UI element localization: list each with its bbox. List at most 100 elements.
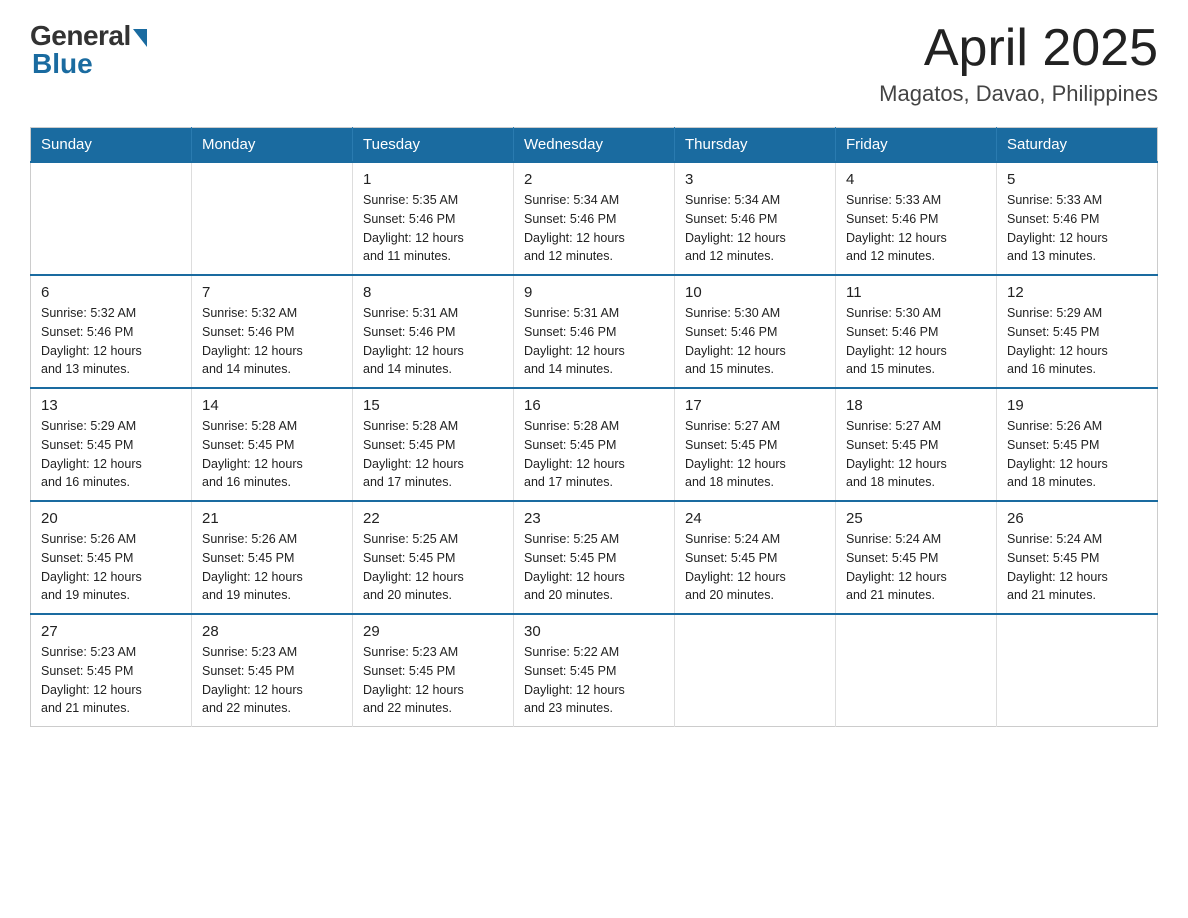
calendar-cell: 5 Sunrise: 5:33 AM Sunset: 5:46 PM Daylig… <box>997 162 1158 275</box>
weekday-header-thursday: Thursday <box>675 128 836 163</box>
day-number: 20 <box>41 510 181 527</box>
day-number: 26 <box>1007 510 1147 527</box>
calendar-cell: 1Sunrise: 5:35 AM Sunset: 5:46 PM Daylig… <box>353 162 514 275</box>
day-info: Sunrise: 5:24 AM Sunset: 5:45 PM Dayligh… <box>1007 530 1147 605</box>
day-number: 7 <box>202 284 342 301</box>
day-info: Sunrise: 5:30 AM Sunset: 5:46 PM Dayligh… <box>685 304 825 379</box>
weekday-header-wednesday: Wednesday <box>514 128 675 163</box>
day-number: 3 <box>685 171 825 188</box>
weekday-header-friday: Friday <box>836 128 997 163</box>
logo-blue-text: Blue <box>32 48 93 80</box>
day-number: 18 <box>846 397 986 414</box>
calendar-cell: 27 Sunrise: 5:23 AM Sunset: 5:45 PM Dayli… <box>31 614 192 727</box>
day-info: Sunrise: 5:33 AM Sunset: 5:46 PM Dayligh… <box>1007 191 1147 266</box>
calendar-cell: 29 Sunrise: 5:23 AM Sunset: 5:45 PM Dayli… <box>353 614 514 727</box>
calendar-cell: 30 Sunrise: 5:22 AM Sunset: 5:45 PM Dayli… <box>514 614 675 727</box>
calendar-cell <box>192 162 353 275</box>
weekday-header-sunday: Sunday <box>31 128 192 163</box>
day-info: Sunrise: 5:29 AM Sunset: 5:45 PM Dayligh… <box>41 417 181 492</box>
day-info: Sunrise: 5:26 AM Sunset: 5:45 PM Dayligh… <box>41 530 181 605</box>
calendar-cell: 24 Sunrise: 5:24 AM Sunset: 5:45 PM Dayli… <box>675 501 836 614</box>
calendar-cell: 9 Sunrise: 5:31 AM Sunset: 5:46 PM Daylig… <box>514 275 675 388</box>
calendar-week-3: 13 Sunrise: 5:29 AM Sunset: 5:45 PM Dayli… <box>31 388 1158 501</box>
day-info: Sunrise: 5:32 AM Sunset: 5:46 PM Dayligh… <box>41 304 181 379</box>
calendar-cell: 4 Sunrise: 5:33 AM Sunset: 5:46 PM Daylig… <box>836 162 997 275</box>
title-section: April 2025 Magatos, Davao, Philippines <box>879 20 1158 107</box>
calendar-week-2: 6 Sunrise: 5:32 AM Sunset: 5:46 PM Daylig… <box>31 275 1158 388</box>
day-number: 12 <box>1007 284 1147 301</box>
day-info: Sunrise: 5:31 AM Sunset: 5:46 PM Dayligh… <box>524 304 664 379</box>
calendar-cell <box>836 614 997 727</box>
calendar-cell <box>675 614 836 727</box>
weekday-header-saturday: Saturday <box>997 128 1158 163</box>
day-number: 17 <box>685 397 825 414</box>
day-info: Sunrise: 5:35 AM Sunset: 5:46 PM Dayligh… <box>363 191 503 266</box>
day-number: 27 <box>41 623 181 640</box>
day-number: 9 <box>524 284 664 301</box>
calendar-cell: 7 Sunrise: 5:32 AM Sunset: 5:46 PM Daylig… <box>192 275 353 388</box>
day-info: Sunrise: 5:25 AM Sunset: 5:45 PM Dayligh… <box>363 530 503 605</box>
location-subtitle: Magatos, Davao, Philippines <box>879 81 1158 107</box>
day-info: Sunrise: 5:26 AM Sunset: 5:45 PM Dayligh… <box>1007 417 1147 492</box>
calendar-cell: 3Sunrise: 5:34 AM Sunset: 5:46 PM Daylig… <box>675 162 836 275</box>
calendar-cell: 28 Sunrise: 5:23 AM Sunset: 5:45 PM Dayli… <box>192 614 353 727</box>
calendar-cell: 22 Sunrise: 5:25 AM Sunset: 5:45 PM Dayli… <box>353 501 514 614</box>
day-number: 16 <box>524 397 664 414</box>
logo-arrow-icon <box>133 29 147 47</box>
calendar-cell: 16 Sunrise: 5:28 AM Sunset: 5:45 PM Dayli… <box>514 388 675 501</box>
day-number: 28 <box>202 623 342 640</box>
calendar-cell: 19Sunrise: 5:26 AM Sunset: 5:45 PM Dayli… <box>997 388 1158 501</box>
day-info: Sunrise: 5:33 AM Sunset: 5:46 PM Dayligh… <box>846 191 986 266</box>
day-number: 13 <box>41 397 181 414</box>
calendar-cell: 20 Sunrise: 5:26 AM Sunset: 5:45 PM Dayli… <box>31 501 192 614</box>
day-info: Sunrise: 5:28 AM Sunset: 5:45 PM Dayligh… <box>202 417 342 492</box>
day-number: 2 <box>524 171 664 188</box>
calendar-cell: 23 Sunrise: 5:25 AM Sunset: 5:45 PM Dayli… <box>514 501 675 614</box>
day-info: Sunrise: 5:34 AM Sunset: 5:46 PM Dayligh… <box>524 191 664 266</box>
day-number: 21 <box>202 510 342 527</box>
day-info: Sunrise: 5:27 AM Sunset: 5:45 PM Dayligh… <box>846 417 986 492</box>
calendar-cell: 25 Sunrise: 5:24 AM Sunset: 5:45 PM Dayli… <box>836 501 997 614</box>
day-number: 8 <box>363 284 503 301</box>
calendar-cell: 6 Sunrise: 5:32 AM Sunset: 5:46 PM Daylig… <box>31 275 192 388</box>
day-info: Sunrise: 5:23 AM Sunset: 5:45 PM Dayligh… <box>363 643 503 718</box>
calendar-cell: 18 Sunrise: 5:27 AM Sunset: 5:45 PM Dayli… <box>836 388 997 501</box>
page-header: General Blue April 2025 Magatos, Davao, … <box>30 20 1158 107</box>
day-number: 22 <box>363 510 503 527</box>
weekday-header-row: SundayMondayTuesdayWednesdayThursdayFrid… <box>31 128 1158 163</box>
day-info: Sunrise: 5:28 AM Sunset: 5:45 PM Dayligh… <box>363 417 503 492</box>
day-number: 30 <box>524 623 664 640</box>
day-number: 15 <box>363 397 503 414</box>
day-number: 25 <box>846 510 986 527</box>
day-number: 23 <box>524 510 664 527</box>
calendar-week-5: 27 Sunrise: 5:23 AM Sunset: 5:45 PM Dayli… <box>31 614 1158 727</box>
day-number: 5 <box>1007 171 1147 188</box>
day-info: Sunrise: 5:29 AM Sunset: 5:45 PM Dayligh… <box>1007 304 1147 379</box>
calendar-cell: 26 Sunrise: 5:24 AM Sunset: 5:45 PM Dayli… <box>997 501 1158 614</box>
calendar-cell: 21Sunrise: 5:26 AM Sunset: 5:45 PM Dayli… <box>192 501 353 614</box>
day-info: Sunrise: 5:24 AM Sunset: 5:45 PM Dayligh… <box>846 530 986 605</box>
month-year-title: April 2025 <box>879 20 1158 77</box>
calendar-cell: 8Sunrise: 5:31 AM Sunset: 5:46 PM Daylig… <box>353 275 514 388</box>
day-info: Sunrise: 5:25 AM Sunset: 5:45 PM Dayligh… <box>524 530 664 605</box>
day-info: Sunrise: 5:27 AM Sunset: 5:45 PM Dayligh… <box>685 417 825 492</box>
calendar-cell: 13 Sunrise: 5:29 AM Sunset: 5:45 PM Dayli… <box>31 388 192 501</box>
day-number: 29 <box>363 623 503 640</box>
calendar-cell: 17 Sunrise: 5:27 AM Sunset: 5:45 PM Dayli… <box>675 388 836 501</box>
day-number: 24 <box>685 510 825 527</box>
day-info: Sunrise: 5:28 AM Sunset: 5:45 PM Dayligh… <box>524 417 664 492</box>
day-info: Sunrise: 5:23 AM Sunset: 5:45 PM Dayligh… <box>41 643 181 718</box>
day-number: 4 <box>846 171 986 188</box>
calendar-cell: 2 Sunrise: 5:34 AM Sunset: 5:46 PM Daylig… <box>514 162 675 275</box>
day-info: Sunrise: 5:23 AM Sunset: 5:45 PM Dayligh… <box>202 643 342 718</box>
day-info: Sunrise: 5:22 AM Sunset: 5:45 PM Dayligh… <box>524 643 664 718</box>
day-info: Sunrise: 5:30 AM Sunset: 5:46 PM Dayligh… <box>846 304 986 379</box>
day-info: Sunrise: 5:24 AM Sunset: 5:45 PM Dayligh… <box>685 530 825 605</box>
calendar-cell: 12 Sunrise: 5:29 AM Sunset: 5:45 PM Dayli… <box>997 275 1158 388</box>
day-number: 6 <box>41 284 181 301</box>
calendar-week-4: 20 Sunrise: 5:26 AM Sunset: 5:45 PM Dayli… <box>31 501 1158 614</box>
calendar-cell <box>31 162 192 275</box>
calendar-cell <box>997 614 1158 727</box>
day-info: Sunrise: 5:32 AM Sunset: 5:46 PM Dayligh… <box>202 304 342 379</box>
calendar-table: SundayMondayTuesdayWednesdayThursdayFrid… <box>30 127 1158 727</box>
